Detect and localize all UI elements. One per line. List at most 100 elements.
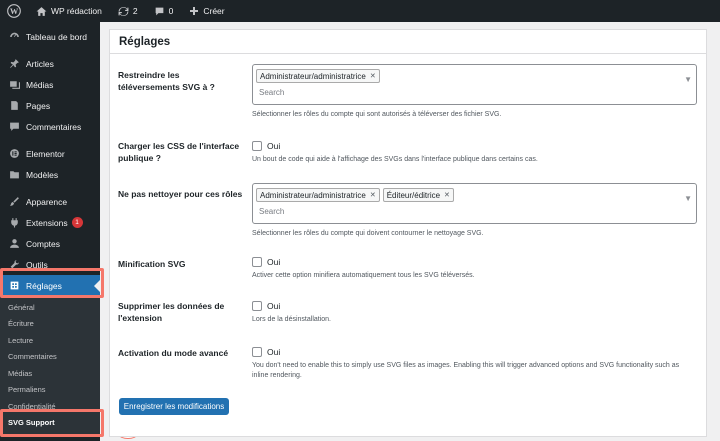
role-chip[interactable]: Éditeur/éditrice ✕ — [382, 188, 454, 202]
sidebar-item-label: Articles — [26, 58, 54, 69]
sidebar-item-label: Apparence — [26, 196, 68, 207]
sidebar-item-dashboard[interactable]: Tableau de bord — [0, 26, 100, 47]
advanced-mode-checkbox[interactable] — [252, 347, 262, 357]
sidebar-item-articles[interactable]: Articles — [0, 53, 100, 74]
dropdown-arrow-icon[interactable]: ▼ — [684, 194, 692, 203]
roles-search-input[interactable]: Search — [259, 207, 284, 216]
wordpress-logo-icon[interactable]: W — [0, 0, 28, 22]
delete-data-label: Supprimer les données de l'extension — [118, 301, 225, 323]
submenu-item-permaliens[interactable]: Permaliens — [0, 382, 100, 399]
sidebar-item-extensions[interactable]: Extensions 1 — [0, 212, 100, 233]
sidebar-item-comptes[interactable]: Comptes — [0, 233, 100, 254]
role-chip-label: Administrateur/administratrice — [260, 71, 366, 81]
new-content-label: Créer — [203, 6, 225, 16]
delete-data-option: Oui — [267, 301, 281, 311]
sidebar-item-elementor[interactable]: Elementor — [0, 143, 100, 164]
role-chip[interactable]: Administrateur/administratrice ✕ — [256, 188, 380, 202]
updates-link[interactable]: 2 — [110, 0, 146, 22]
submenu-item-commentaires[interactable]: Commentaires — [0, 349, 100, 366]
delete-data-checkbox[interactable] — [252, 301, 262, 311]
admin-bar: W WP rédaction 2 0 Créer — [0, 0, 720, 22]
comment-bubble-icon — [155, 7, 163, 15]
page-icon — [8, 100, 20, 112]
sidebar-item-modeles[interactable]: Modèles — [0, 164, 100, 185]
minify-option: Oui — [267, 257, 281, 267]
plus-icon — [190, 7, 199, 15]
load-css-option: Oui — [267, 141, 281, 151]
sidebar-item-label: Comptes — [26, 238, 61, 249]
roles-search-input[interactable]: Search — [259, 88, 284, 97]
advanced-mode-option: Oui — [267, 347, 281, 357]
dashboard-icon — [8, 31, 20, 43]
sidebar-item-label: Pages — [26, 100, 51, 111]
advanced-mode-description: You don't need to enable this to simply … — [252, 362, 680, 379]
highlight-box-reglages — [0, 268, 104, 298]
minify-description: Activer cette option minifiera automatiq… — [252, 272, 475, 279]
remove-chip-icon[interactable]: ✕ — [444, 191, 450, 199]
restrict-uploads-description: Sélectionner les rôles du compte qui son… — [252, 111, 502, 118]
sidebar-item-label: Commentaires — [26, 121, 82, 132]
role-chip[interactable]: Administrateur/administratrice ✕ — [256, 69, 380, 83]
plugin-icon — [8, 217, 20, 229]
advanced-mode-field: Oui You don't need to enable this to sim… — [252, 346, 697, 381]
sidebar-item-apparence[interactable]: Apparence — [0, 191, 100, 212]
role-chip-label: Administrateur/administratrice — [260, 190, 366, 200]
pin-icon — [8, 58, 20, 70]
load-css-description: Un bout de code qui aide à l'affichage d… — [252, 156, 538, 163]
skip-sanitize-multiselect[interactable]: Administrateur/administratrice ✕ Éditeur/… — [252, 183, 697, 224]
skip-sanitize-field: Administrateur/administratrice ✕ Éditeur/… — [252, 183, 697, 239]
restrict-uploads-field: Administrateur/administratrice ✕ Search ▼… — [252, 64, 697, 120]
load-css-field: Oui Un bout de code qui aide à l'afficha… — [252, 140, 538, 165]
submenu-item-lecture[interactable]: Lecture — [0, 332, 100, 349]
updates-count: 2 — [132, 6, 138, 16]
brush-icon — [8, 196, 20, 208]
skip-sanitize-label: Ne pas nettoyer pour ces rôles — [118, 189, 243, 199]
sidebar-item-label: Tableau de bord — [26, 31, 87, 42]
new-content-link[interactable]: Créer — [181, 0, 232, 22]
sidebar-item-label: Elementor — [26, 148, 65, 159]
submenu-item-ecriture[interactable]: Écriture — [0, 316, 100, 333]
load-css-checkbox[interactable] — [252, 141, 262, 151]
comments-link[interactable]: 0 — [146, 0, 182, 22]
svg-text:W: W — [10, 7, 19, 16]
updates-icon — [118, 6, 129, 16]
remove-chip-icon[interactable]: ✕ — [370, 72, 376, 80]
dropdown-arrow-icon[interactable]: ▼ — [684, 75, 692, 84]
sidebar-item-label: Extensions — [26, 217, 68, 228]
media-icon — [8, 79, 20, 91]
skip-sanitize-description: Sélectionner les rôles du compte qui doi… — [252, 230, 484, 237]
home-icon — [36, 6, 47, 16]
minify-checkbox[interactable] — [252, 257, 262, 267]
site-name-link[interactable]: WP rédaction — [28, 0, 110, 22]
sidebar-item-comments[interactable]: Commentaires — [0, 116, 100, 137]
remove-chip-icon[interactable]: ✕ — [370, 191, 376, 199]
delete-data-field: Oui Lors de la désinstallation. — [252, 300, 331, 325]
minify-field: Oui Activer cette option minifiera autom… — [252, 256, 475, 281]
highlight-box-svg-support — [0, 409, 104, 437]
delete-data-description: Lors de la désinstallation. — [252, 316, 331, 323]
comment-icon — [8, 121, 20, 133]
admin-sidebar: Tableau de bord Articles Médias Pages Co… — [0, 22, 100, 441]
panel-title: Réglages — [119, 36, 171, 48]
comments-count: 0 — [168, 6, 174, 16]
save-changes-button[interactable]: Enregistrer les modifications — [119, 398, 229, 415]
update-count-badge: 1 — [71, 217, 83, 228]
sidebar-item-medias[interactable]: Médias — [0, 74, 100, 95]
sidebar-item-label: Modèles — [26, 169, 59, 180]
submenu-item-medias[interactable]: Médias — [0, 365, 100, 382]
restrict-uploads-label: Restreindre les téléversements SVG à ? — [118, 70, 215, 92]
minify-label: Minification SVG — [118, 259, 186, 269]
folder-icon — [8, 169, 20, 181]
restrict-roles-multiselect[interactable]: Administrateur/administratrice ✕ Search ▼ — [252, 64, 697, 105]
panel-divider — [110, 53, 706, 54]
elementor-icon — [8, 148, 20, 160]
user-icon — [8, 238, 20, 250]
role-chip-label: Éditeur/éditrice — [386, 190, 441, 200]
advanced-mode-label: Activation du mode avancé — [118, 348, 229, 358]
load-css-label: Charger les CSS de l'interface publique … — [118, 141, 240, 163]
svg-support-settings-panel: Réglages Restreindre les téléversements … — [109, 29, 707, 437]
sidebar-item-label: Médias — [26, 79, 54, 90]
submenu-item-general[interactable]: Général — [0, 299, 100, 316]
site-name: WP rédaction — [51, 6, 102, 16]
sidebar-item-pages[interactable]: Pages — [0, 95, 100, 116]
